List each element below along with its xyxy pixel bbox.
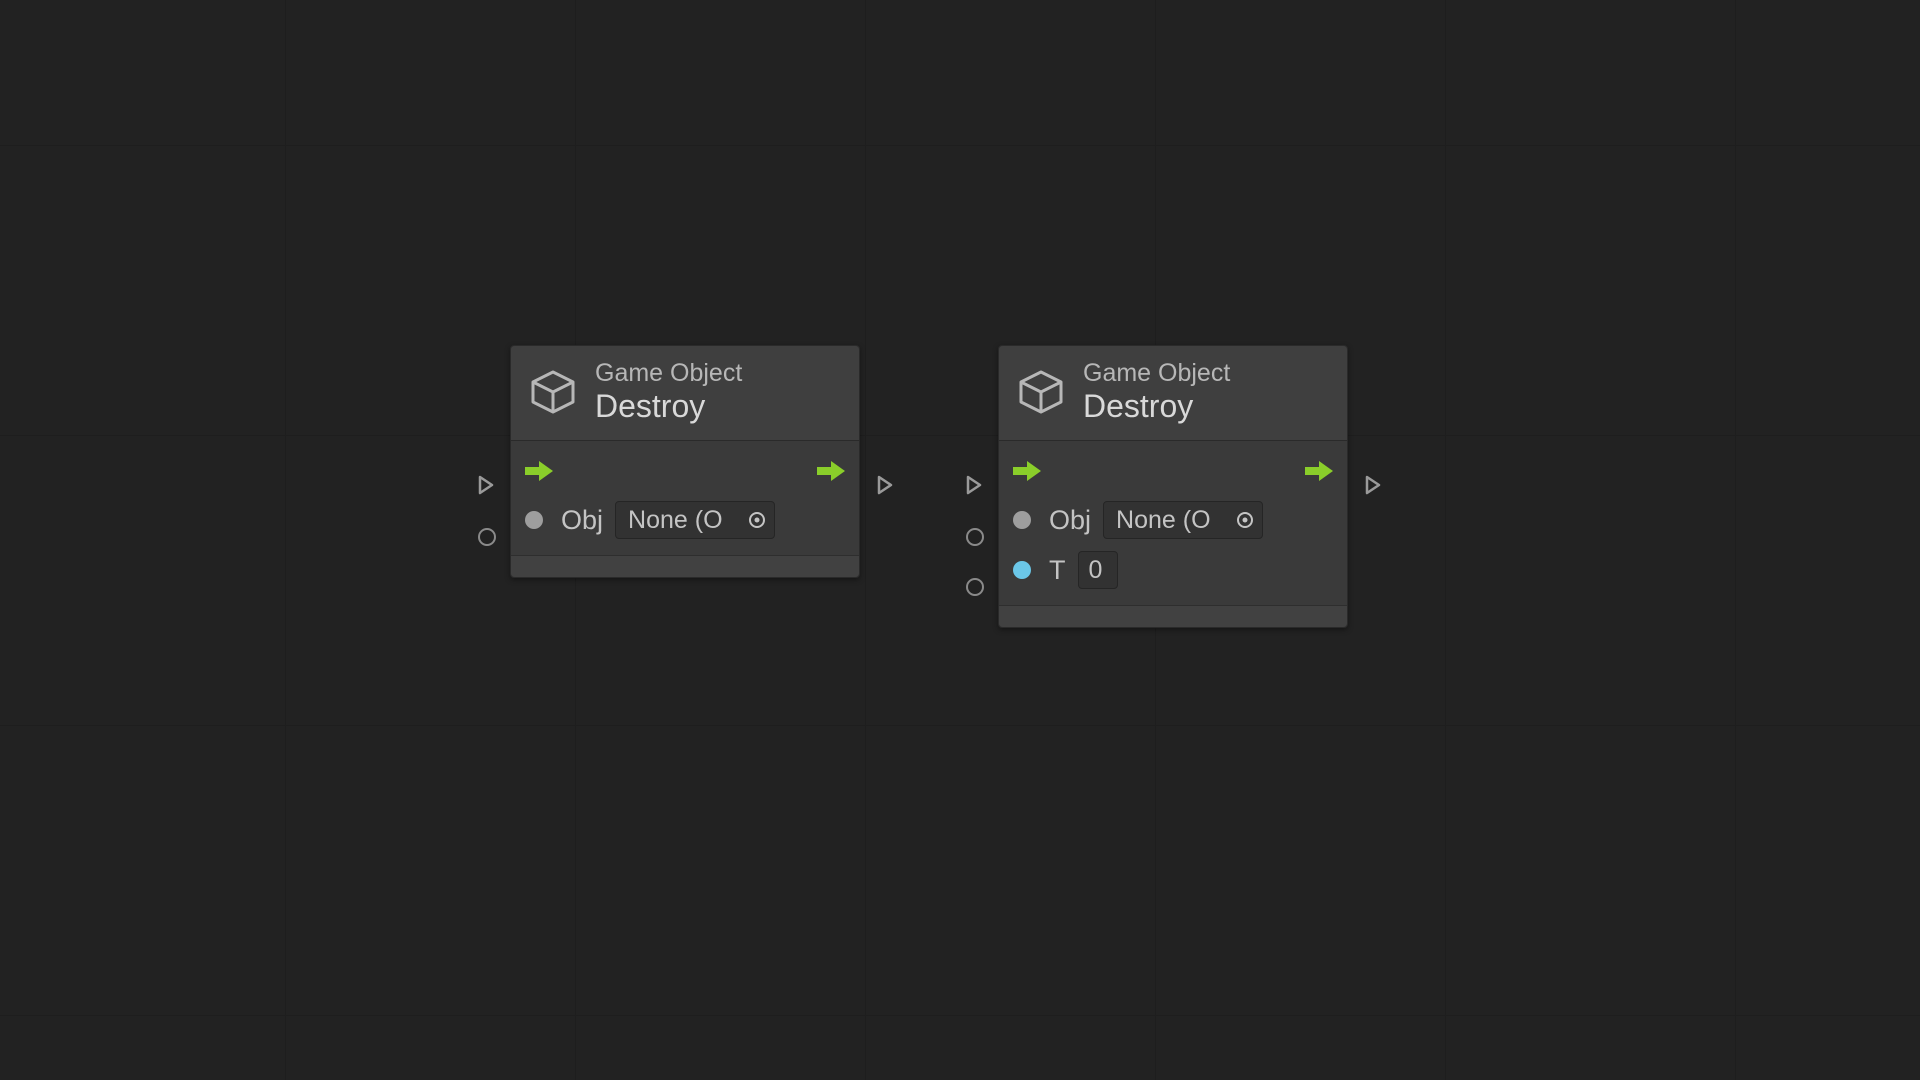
node-body: Obj None (O [511, 441, 859, 555]
node-destroy-2[interactable]: Game Object Destroy [998, 345, 1348, 628]
node-category-label: Game Object [1083, 360, 1230, 388]
node-footer [511, 555, 859, 577]
object-reference-field[interactable]: None (O [1103, 501, 1263, 539]
float-field-value: 0 [1089, 556, 1117, 585]
node-title-label: Destroy [595, 388, 742, 425]
node-destroy-1[interactable]: Game Object Destroy [510, 345, 860, 578]
object-field-value: None (O [1116, 506, 1230, 535]
port-row-obj: Obj None (O [511, 495, 859, 545]
flow-input-connector[interactable] [477, 474, 495, 496]
object-picker-icon[interactable] [748, 511, 766, 529]
port-dot-obj[interactable] [525, 511, 543, 529]
node-header-text: Game Object Destroy [595, 360, 742, 424]
flow-in-arrow-icon[interactable] [525, 460, 553, 482]
object-picker-icon[interactable] [1236, 511, 1254, 529]
float-field-t[interactable]: 0 [1078, 551, 1118, 589]
node-footer [999, 605, 1347, 627]
object-reference-field[interactable]: None (O [615, 501, 775, 539]
node-header[interactable]: Game Object Destroy [511, 346, 859, 441]
port-label-obj: Obj [561, 505, 603, 536]
port-label-obj: Obj [1049, 505, 1091, 536]
data-input-connector-obj[interactable] [966, 528, 984, 546]
port-row-obj: Obj None (O [999, 495, 1347, 545]
node-header-text: Game Object Destroy [1083, 360, 1230, 424]
data-input-connector-t[interactable] [966, 578, 984, 596]
flow-out-arrow-icon[interactable] [1305, 460, 1333, 482]
flow-row [511, 447, 859, 495]
cube-icon [1017, 368, 1065, 416]
port-dot-t[interactable] [1013, 561, 1031, 579]
flow-input-connector[interactable] [965, 474, 983, 496]
data-input-connector-obj[interactable] [478, 528, 496, 546]
flow-in-arrow-icon[interactable] [1013, 460, 1041, 482]
node-title-label: Destroy [1083, 388, 1230, 425]
node-category-label: Game Object [595, 360, 742, 388]
flow-row [999, 447, 1347, 495]
object-field-value: None (O [628, 506, 742, 535]
flow-out-arrow-icon[interactable] [817, 460, 845, 482]
cube-icon [529, 368, 577, 416]
port-label-t: T [1049, 555, 1066, 586]
graph-canvas[interactable]: Game Object Destroy [0, 0, 1920, 1080]
port-row-t: T 0 [999, 545, 1347, 595]
node-header[interactable]: Game Object Destroy [999, 346, 1347, 441]
node-body: Obj None (O T 0 [999, 441, 1347, 605]
port-dot-obj[interactable] [1013, 511, 1031, 529]
flow-output-connector[interactable] [1364, 474, 1382, 496]
flow-output-connector[interactable] [876, 474, 894, 496]
